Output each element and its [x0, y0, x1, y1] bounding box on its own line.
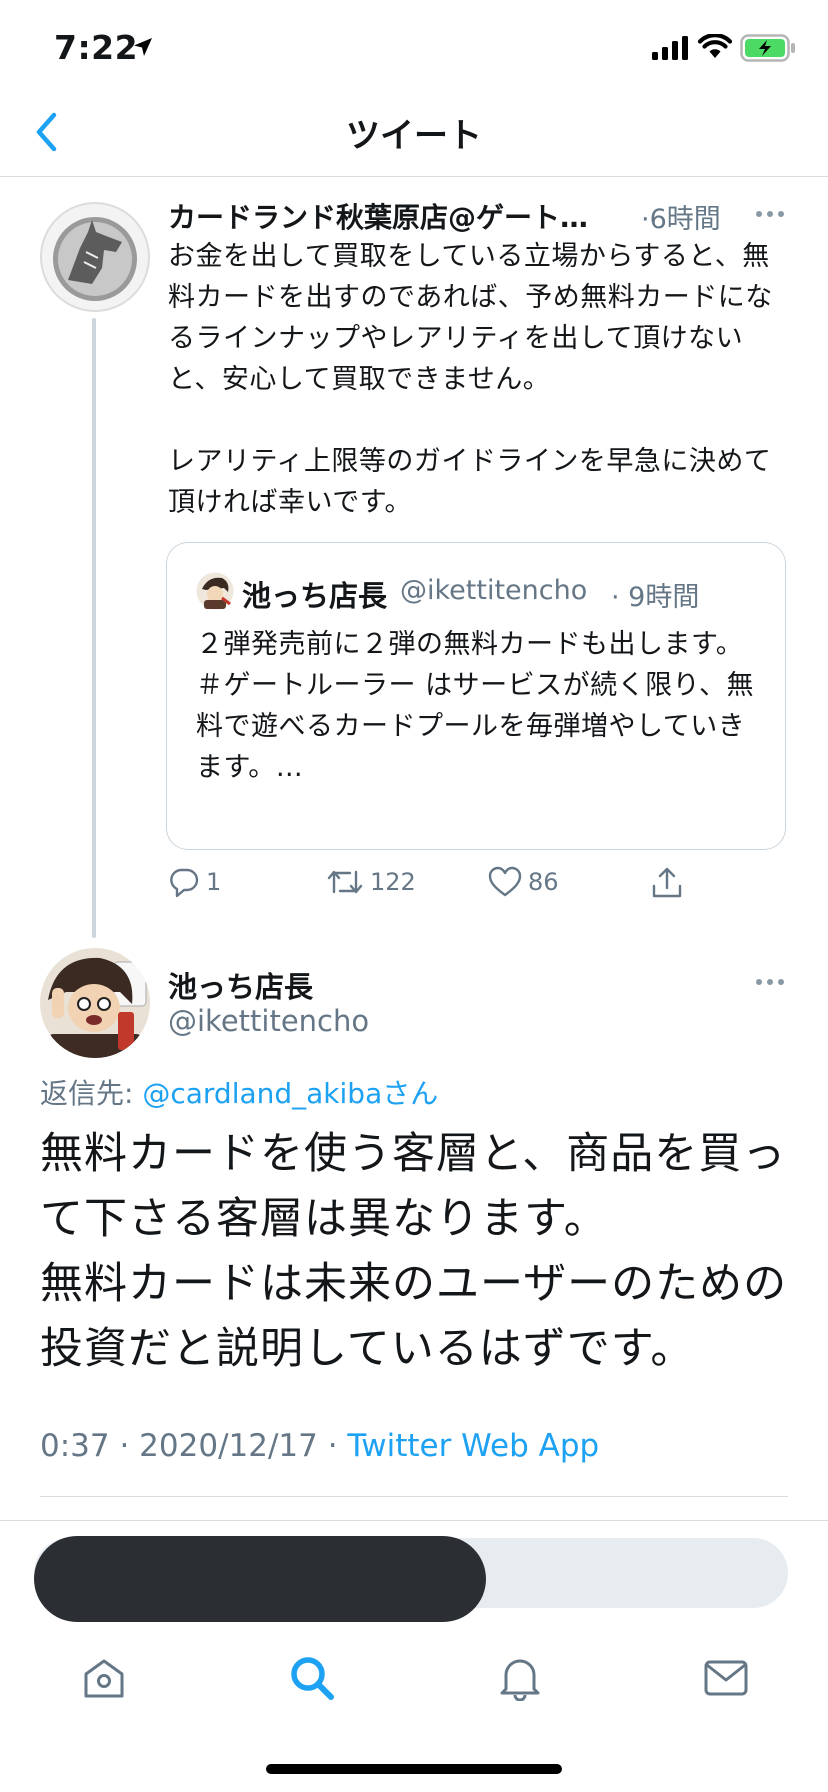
quote-avatar — [196, 572, 234, 610]
tweet-text: お金を出して買取をしている立場からすると、無料カードを出すのであれば、予め無料カ… — [168, 241, 773, 518]
home-icon — [84, 1659, 124, 1698]
page-title: ツイート — [346, 116, 482, 156]
tab-bar-divider — [0, 1520, 828, 1521]
main-more-icon[interactable] — [756, 979, 784, 985]
tab-home[interactable] — [74, 1648, 134, 1708]
tweet-author-name[interactable]: カードランド秋葉原店@ゲート… — [168, 196, 620, 236]
meta-divider — [40, 1496, 788, 1497]
reply-context: 返信先: @cardland_akibaさん — [40, 1072, 438, 1112]
thread-line — [92, 318, 96, 938]
tweet-meta: 0:37 · 2020/12/17 · Twitter Web App — [40, 1428, 599, 1464]
wifi-icon — [698, 34, 732, 58]
tweet-timestamp: 0:37 · 2020/12/17 · — [40, 1428, 348, 1464]
scroll-thumb[interactable] — [34, 1536, 486, 1622]
home-indicator — [266, 1764, 562, 1774]
quote-author-name: 池っち店長 — [242, 579, 388, 613]
tab-notifications[interactable] — [490, 1648, 550, 1708]
like-count: 86 — [528, 868, 559, 896]
quote-author-handle: @ikettitencho — [400, 575, 588, 606]
like-icon — [488, 866, 522, 897]
main-avatar[interactable] — [40, 948, 150, 1058]
reply-button[interactable]: 1 — [168, 866, 221, 898]
main-tweet-text: 無料カードを使う客層と、商品を買って下さる客層は異なります。 無料カードは未来の… — [40, 1129, 788, 1374]
messages-icon — [704, 1660, 748, 1696]
like-button[interactable]: 86 — [488, 866, 559, 898]
main-author-name[interactable]: 池っち店長 — [168, 964, 313, 1006]
avatar[interactable] — [40, 202, 150, 312]
location-arrow-icon — [134, 38, 152, 56]
main-author-handle[interactable]: @ikettitencho — [168, 1004, 369, 1038]
signal-icon — [652, 36, 688, 60]
quote-text: ２弾発売前に２弾の無料カードも出します。 ＃ゲートルーラー はサービスが続く限り… — [196, 629, 755, 783]
share-icon — [652, 867, 682, 898]
tab-search[interactable] — [282, 1648, 342, 1708]
search-icon — [291, 1657, 334, 1700]
reply-icon — [170, 868, 199, 898]
battery-icon — [740, 34, 795, 62]
retweet-button[interactable]: 122 — [326, 866, 416, 898]
quote-time: · 9時間 — [611, 582, 700, 613]
tweet-time: ·6時間 — [641, 204, 721, 235]
more-icon[interactable] — [756, 211, 784, 217]
retweet-icon — [327, 870, 363, 894]
retweet-count: 122 — [370, 868, 416, 896]
reply-count: 1 — [206, 868, 222, 896]
nav-divider — [0, 176, 828, 177]
notifications-icon — [500, 1659, 540, 1701]
tweet-source-link[interactable]: Twitter Web App — [347, 1428, 599, 1464]
reply-prefix: 返信先: — [40, 1077, 143, 1110]
tab-messages[interactable] — [696, 1648, 756, 1708]
reply-to-link[interactable]: @cardland_akibaさん — [142, 1077, 438, 1110]
share-button[interactable] — [650, 866, 684, 900]
status-time: 7:22 — [54, 28, 139, 67]
